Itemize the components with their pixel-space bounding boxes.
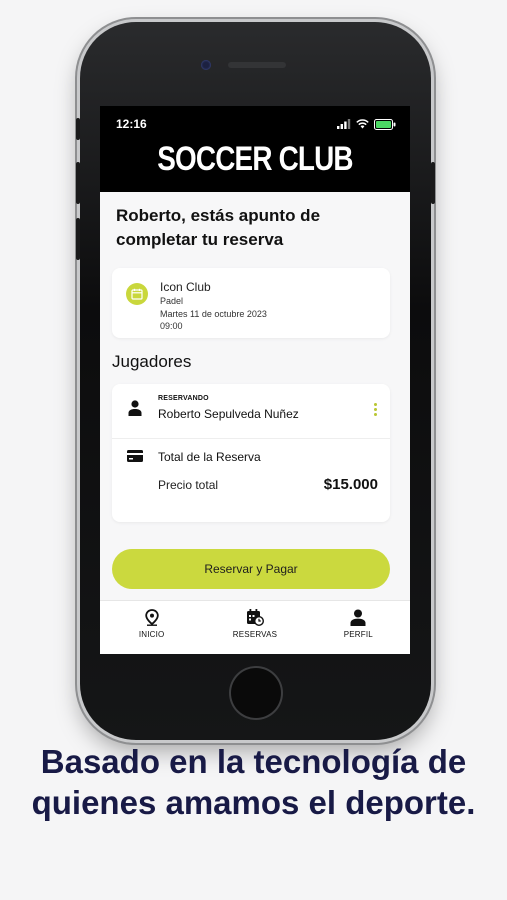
- more-options-icon[interactable]: [374, 403, 378, 416]
- club-name: Icon Club: [160, 280, 211, 294]
- user-icon: [350, 609, 366, 626]
- calendar-clock-icon: [246, 609, 264, 626]
- tab-inicio[interactable]: INICIO: [100, 601, 203, 654]
- tab-inicio-label: INICIO: [138, 630, 165, 639]
- summary-title: Total de la Reserva: [158, 450, 261, 464]
- price-value: $15.000: [323, 476, 378, 493]
- reserve-and-pay-button[interactable]: Reservar y Pagar: [112, 549, 390, 589]
- tab-reservas[interactable]: RESERVAS: [203, 601, 306, 654]
- home-button: [231, 668, 281, 718]
- promo-tagline: Basado en la tecnología de quienes amamo…: [31, 743, 476, 821]
- booking-details-card: Icon Club Padel Martes 11 de octubre 202…: [112, 268, 390, 338]
- signal-icon: [337, 119, 351, 129]
- front-camera: [201, 60, 211, 70]
- power-button: [431, 162, 435, 204]
- credit-card-icon: [127, 450, 143, 462]
- status-time: 12:16: [116, 117, 147, 131]
- app-logo: SOCCER CLUB: [157, 140, 353, 178]
- status-icons: [337, 118, 396, 130]
- bottom-tab-bar: INICIO RESERVAS PERFIL: [100, 600, 410, 654]
- tab-reservas-label: RESERVAS: [232, 630, 278, 639]
- volume-up-button: [76, 162, 80, 204]
- mute-switch: [76, 118, 80, 140]
- players-heading: Jugadores: [112, 352, 192, 371]
- player-role-tag: RESERVANDO: [158, 395, 209, 402]
- booking-time: 09:00: [160, 321, 183, 331]
- divider: [112, 438, 390, 439]
- tab-perfil-label: PERFIL: [343, 630, 373, 639]
- earpiece-speaker: [228, 62, 286, 68]
- players-card: RESERVANDO Roberto Sepulveda Nuñez Total…: [112, 384, 390, 522]
- location-pin-icon: [144, 609, 159, 626]
- battery-icon: [374, 118, 396, 130]
- tab-perfil[interactable]: PERFIL: [307, 601, 410, 654]
- volume-down-button: [76, 218, 80, 260]
- app-header: 12:16 SOCCER CLUB: [100, 106, 410, 192]
- club-sport: Padel: [160, 296, 184, 306]
- app-screen: 12:16 SOCCER CLUB Roberto, estás apunto …: [100, 106, 410, 654]
- booking-date: Martes 11 de octubre 2023: [160, 309, 267, 319]
- price-label: Precio total: [158, 478, 219, 492]
- player-name: Roberto Sepulveda Nuñez: [158, 407, 299, 421]
- phone-frame: 12:16 SOCCER CLUB Roberto, estás apunto …: [76, 22, 435, 740]
- user-icon: [128, 400, 142, 416]
- page-title: Roberto, estás apunto de completar tu re…: [116, 206, 321, 249]
- calendar-icon: [126, 283, 148, 305]
- wifi-icon: [356, 119, 369, 129]
- promo-stage: 12:16 SOCCER CLUB Roberto, estás apunto …: [0, 0, 507, 900]
